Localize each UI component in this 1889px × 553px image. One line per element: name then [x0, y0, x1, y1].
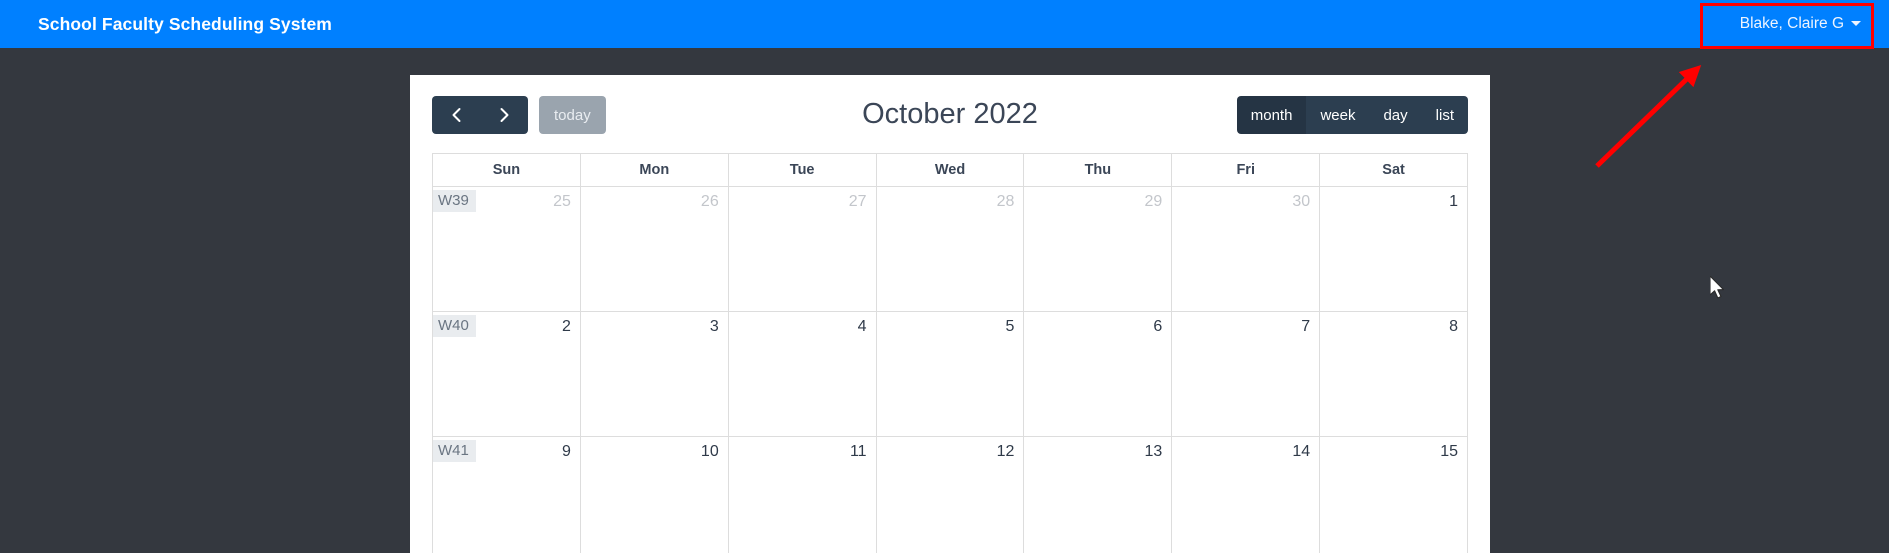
day-number: 4: [857, 318, 867, 335]
calendar-day-header-row: Sun Mon Tue Wed Thu Fri Sat: [433, 154, 1467, 187]
day-header-wed: Wed: [877, 154, 1025, 186]
day-header-mon: Mon: [581, 154, 729, 186]
day-number: 12: [996, 443, 1015, 460]
day-header-thu: Thu: [1024, 154, 1173, 186]
day-number: 13: [1144, 443, 1163, 460]
day-number: 30: [1292, 193, 1311, 210]
top-navbar: School Faculty Scheduling System Blake, …: [0, 0, 1889, 48]
calendar-day-cell[interactable]: 28: [877, 187, 1025, 311]
calendar-day-cell[interactable]: 15: [1320, 437, 1467, 553]
day-header-sun: Sun: [433, 154, 581, 186]
view-button-day[interactable]: day: [1369, 96, 1422, 134]
day-number: 1: [1449, 193, 1459, 210]
day-number: 10: [700, 443, 719, 460]
calendar-grid: Sun Mon Tue Wed Thu Fri Sat W39 25 26 27…: [432, 153, 1468, 553]
user-menu-label: Blake, Claire G: [1739, 15, 1844, 32]
day-number: 7: [1301, 318, 1311, 335]
calendar-day-cell[interactable]: 11: [729, 437, 877, 553]
view-button-list[interactable]: list: [1421, 96, 1468, 134]
calendar-day-cell[interactable]: 30: [1172, 187, 1321, 311]
day-header-tue: Tue: [729, 154, 877, 186]
day-number: 3: [709, 318, 719, 335]
calendar-day-cell[interactable]: 3: [581, 312, 729, 436]
view-button-week[interactable]: week: [1306, 96, 1370, 134]
day-number: 8: [1449, 318, 1459, 335]
day-number: 6: [1153, 318, 1163, 335]
calendar-card: today October 2022 month week day list S…: [410, 75, 1490, 553]
app-brand-title: School Faculty Scheduling System: [38, 14, 332, 34]
calendar-day-cell[interactable]: 14: [1172, 437, 1321, 553]
day-number: 26: [700, 193, 719, 210]
view-button-group: month week day list: [1236, 96, 1468, 134]
calendar-week-row: W40 2 3 4 5 6 7 8: [433, 312, 1467, 437]
day-number: 14: [1292, 443, 1311, 460]
day-number: 27: [848, 193, 867, 210]
calendar-day-cell[interactable]: 27: [729, 187, 877, 311]
calendar-day-cell[interactable]: 26: [581, 187, 729, 311]
calendar-view-switcher: month week day list: [1236, 96, 1468, 134]
calendar-week-row: W41 9 10 11 12 13 14 15: [433, 437, 1467, 553]
chevron-down-icon: [1851, 21, 1861, 26]
day-number: 29: [1144, 193, 1163, 210]
week-number-badge: W40: [433, 315, 476, 337]
day-number: 15: [1440, 443, 1459, 460]
calendar-day-cell[interactable]: 1: [1320, 187, 1467, 311]
calendar-day-cell[interactable]: 12: [877, 437, 1025, 553]
calendar-day-cell[interactable]: 13: [1024, 437, 1173, 553]
calendar-day-cell[interactable]: 10: [581, 437, 729, 553]
calendar-toolbar: today October 2022 month week day list: [410, 75, 1490, 153]
calendar-day-cell[interactable]: 4: [729, 312, 877, 436]
user-menu-dropdown[interactable]: Blake, Claire G: [1734, 0, 1867, 48]
calendar-day-cell[interactable]: 6: [1024, 312, 1173, 436]
day-number: 9: [561, 443, 571, 460]
day-number: 11: [849, 443, 867, 460]
day-header-sat: Sat: [1382, 162, 1405, 178]
week-number-badge: W39: [433, 190, 476, 212]
calendar-day-cell[interactable]: 7: [1172, 312, 1321, 436]
calendar-day-cell[interactable]: 5: [877, 312, 1025, 436]
day-number: 25: [553, 193, 571, 210]
day-number: 5: [1005, 318, 1015, 335]
view-button-month[interactable]: month: [1236, 96, 1307, 134]
calendar-day-cell[interactable]: 8: [1320, 312, 1467, 436]
calendar-week-row: W39 25 26 27 28 29 30 1: [433, 187, 1467, 312]
page-body: today October 2022 month week day list S…: [0, 48, 1889, 553]
calendar-day-cell[interactable]: 29: [1024, 187, 1173, 311]
day-number: 2: [561, 318, 571, 335]
week-number-badge: W41: [433, 440, 476, 462]
day-header-fri: Fri: [1172, 154, 1321, 186]
day-number: 28: [996, 193, 1015, 210]
